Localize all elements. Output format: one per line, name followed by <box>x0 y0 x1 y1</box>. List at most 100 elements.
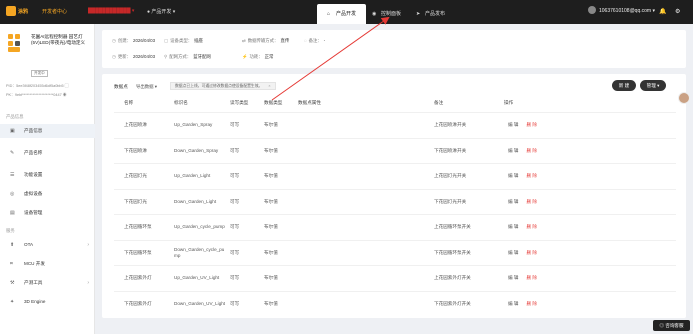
delete-button[interactable]: 删 除 <box>526 275 536 281</box>
table-row: 下花园循环泵 Down_Garden_cycle_pump 可写 布尔值 下花园循环泵开… <box>114 239 676 264</box>
edit-button[interactable]: 编 辑 <box>508 275 518 281</box>
send-icon: ➤ <box>416 11 421 17</box>
brand-name[interactable]: 涂鸦 <box>18 8 28 15</box>
cell-rw: 可写 <box>230 198 240 204</box>
cell-type: 布尔值 <box>264 173 278 178</box>
cell-actions: 编 辑删 除 <box>508 266 537 290</box>
edit-button[interactable]: 编 辑 <box>508 301 518 307</box>
cell-name: 下花园循环泵 <box>124 249 152 255</box>
sidebar-item-ota[interactable]: ⬆ OTA › <box>0 238 95 252</box>
cell-type: 布尔值 <box>264 122 278 127</box>
delete-button[interactable]: 删 除 <box>526 224 536 230</box>
export-dropdown[interactable]: 导出数据 ▾ <box>136 84 157 90</box>
sidebar-item-mcu[interactable]: ⌗ MCU 开发 <box>0 257 95 271</box>
product-id[interactable]: PID：5ee3f48f203455d6df5a0bb5 ▢ <box>6 84 69 89</box>
created-info: ◷ 创建： 2026/04/03 <box>112 38 155 44</box>
delete-button[interactable]: 删 除 <box>526 148 536 154</box>
redacted-org-selector[interactable]: ████████████ ▾ <box>88 8 134 14</box>
delete-button[interactable]: 删 除 <box>526 173 536 179</box>
delete-button[interactable]: 删 除 <box>526 122 536 128</box>
cell-actions: 编 辑删 除 <box>508 292 537 316</box>
cell-note: 下花园循环泵开关 <box>434 249 471 255</box>
tab-product-dev[interactable]: ⌂ 产品开发 <box>317 4 367 24</box>
device-type-info: ▢ 设备类型： 插座 <box>164 38 203 44</box>
product-key[interactable]: PK：9ebf*********************0447 ◉ <box>6 93 67 98</box>
cell-type: 布尔值 <box>264 224 278 229</box>
sidebar-item-label: MCU 开发 <box>24 261 45 266</box>
delete-button[interactable]: 删 除 <box>526 199 536 205</box>
customer-service-button[interactable]: ◎ 咨询客服 <box>653 320 690 331</box>
sidebar-item-3d-engine[interactable]: ✦ 3D Engine <box>0 295 95 309</box>
cell-actions: 编 辑删 除 <box>508 139 537 163</box>
avatar[interactable] <box>588 6 596 14</box>
column-header: 标识名 <box>174 100 188 105</box>
sidebar-item-product-info[interactable]: ▣ 产品信息 <box>0 124 95 138</box>
column-header: 名称 <box>124 100 134 105</box>
cell-actions: 编 辑删 除 <box>508 190 537 214</box>
info-label: 功耗： <box>249 54 263 59</box>
chevron-right-icon: › <box>87 242 89 248</box>
cell-attr <box>298 292 418 316</box>
table-row: 下花园紫外灯 Down_Garden_UV_Light 可写 布尔值 下花园紫外灯开关 编… <box>114 290 676 316</box>
column-header: 备注 <box>434 100 444 105</box>
edit-button[interactable]: 编 辑 <box>508 173 518 179</box>
sidebar-item-virtual-device[interactable]: ◎ 虚拟设备 <box>0 187 95 201</box>
table-header: 名称 标识名 读写类型 数据类型 数据点属性 备注 操作 <box>114 100 676 110</box>
info-value: 正常 <box>264 54 274 59</box>
sidebar-item-label: OTA <box>24 242 34 247</box>
product-logo-icon <box>8 34 26 52</box>
edit-button[interactable]: 编 辑 <box>508 250 518 256</box>
close-icon[interactable]: × <box>268 84 270 88</box>
tab-control-panel[interactable]: ◉ 控制面板 <box>362 4 411 24</box>
cell-type: 布尔值 <box>264 275 278 280</box>
product-dev-menu[interactable]: ● 产品开发 ▾ <box>147 8 175 15</box>
assistant-avatar[interactable] <box>678 92 690 104</box>
edit-button[interactable]: 编 辑 <box>508 148 518 154</box>
column-header: 操作 <box>504 100 514 105</box>
brand-logo-icon[interactable] <box>6 6 16 16</box>
edit-button[interactable]: 编 辑 <box>508 199 518 205</box>
cell-actions: 编 辑删 除 <box>508 164 537 188</box>
new-button[interactable]: 新 建 <box>612 80 636 91</box>
cell-type: 布尔值 <box>264 198 278 204</box>
cell-id: Up_Garden_cycle_pump <box>174 224 225 229</box>
cell-name: 上花园喷淋 <box>124 122 147 127</box>
section-title-data-points: 数据点 <box>114 84 128 89</box>
clock-icon: ◷ <box>112 38 116 43</box>
cell-id: Down_Garden_Light <box>174 198 217 204</box>
delete-button[interactable]: 删 除 <box>526 250 536 256</box>
home-icon: ⌂ <box>327 11 331 17</box>
info-label: 数据传输方式： <box>247 38 279 43</box>
cell-note: 下花园灯光开关 <box>434 198 467 204</box>
cell-rw: 可写 <box>230 173 240 178</box>
product-name: 花園AI远程控制器 园艺灯(5V)LED(带夜光)/电动定义 <box>31 34 86 45</box>
account-menu[interactable]: 10637610108@qq.com ▾ <box>599 8 655 14</box>
table-row: 上花园灯光 Up_Garden_Light 可写 布尔值 上花园灯光开关 编 辑 删 除 <box>114 163 676 187</box>
developer-center-link[interactable]: 开发者中心 <box>42 8 67 15</box>
cell-id: Down_Garden_UV_Light <box>174 300 226 306</box>
tab-product-release[interactable]: ➤ 产品发布 <box>406 4 455 24</box>
status-badge: 开发中 <box>31 70 48 77</box>
manage-button[interactable]: 管理 ▾ <box>640 80 666 91</box>
gear-icon[interactable]: ⚙ <box>675 8 680 15</box>
info-label: 更新： <box>117 54 132 59</box>
edit-icon: ✎ <box>10 150 15 156</box>
sidebar-item-label: 设备管理 <box>24 210 43 215</box>
edit-button[interactable]: 编 辑 <box>508 122 518 128</box>
sidebar-item-test-tool[interactable]: ⚒ 产测工具 › <box>0 276 95 290</box>
tip-text: 数据点已上线，可通过修改数据点使设备配置生效。 <box>175 84 263 88</box>
engine-icon: ✦ <box>10 299 15 305</box>
cell-id: Down_Garden_cycle_pump <box>174 246 225 258</box>
sidebar-item-device-manage[interactable]: ▤ 设备管理 <box>0 206 95 220</box>
bell-icon[interactable]: 🔔 <box>659 8 666 15</box>
edit-button[interactable]: 编 辑 <box>508 224 518 230</box>
cell-name: 上花园循环泵 <box>124 224 152 229</box>
tab-label: 控制面板 <box>381 11 402 17</box>
sidebar-item-label: 3D Engine <box>24 299 46 304</box>
section-title-service: 服务 <box>6 228 15 233</box>
sidebar-item-product-name[interactable]: ✎ 产品名称 <box>0 146 95 160</box>
sidebar-item-function[interactable]: ☰ 功能设置 <box>0 168 95 182</box>
cell-attr <box>298 266 418 290</box>
tab-label: 产品发布 <box>425 11 446 17</box>
delete-button[interactable]: 删 除 <box>526 301 536 307</box>
